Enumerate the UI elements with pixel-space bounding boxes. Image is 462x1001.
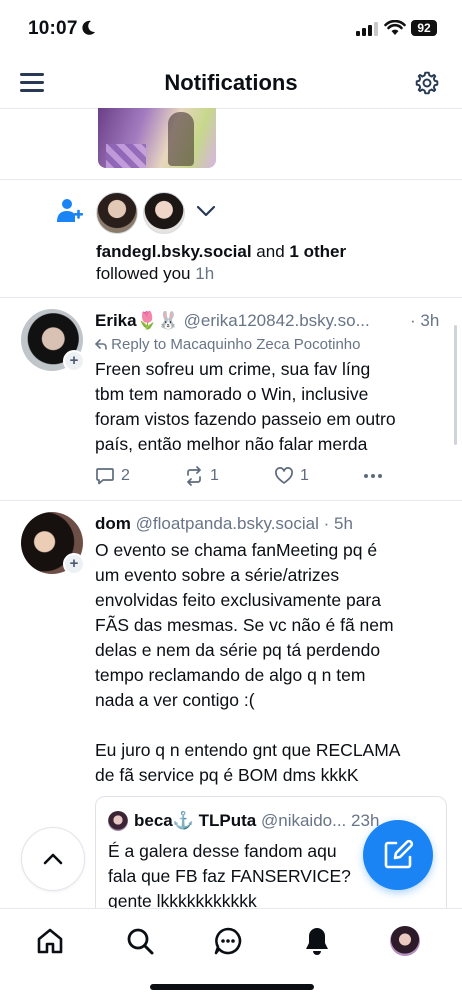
home-icon[interactable] [34,925,66,957]
follower-handle[interactable]: fandegl.bsky.social [96,242,252,261]
chevron-down-icon[interactable] [196,204,216,218]
post-text: O evento se chama fanMeeting pq é um eve… [95,540,401,785]
follow-action-line: followed you 1h [96,264,214,284]
item-divider [0,500,462,501]
media-thumbnail[interactable] [98,108,216,168]
moon-icon [82,20,95,35]
follower-avatar[interactable] [96,192,138,234]
status-bar: 10:07 92 [0,0,462,58]
timestamp: · 3h [410,311,440,330]
follow-plus-badge[interactable]: + [63,350,85,372]
reply-arrow-icon [94,339,107,350]
others-count[interactable]: 1 other [289,242,346,261]
follower-avatar[interactable] [143,192,185,234]
reply-to-text: Reply to Macaquinho Zeca Pocotinho [111,336,361,353]
quote-handle: @nikaido... [260,811,347,830]
scrollbar[interactable] [454,325,457,445]
home-indicator [150,984,314,990]
chat-icon[interactable] [212,925,244,957]
quote-header: beca⚓️ TLPuta @nikaido... 23h [134,811,379,831]
item-divider [0,297,462,298]
more-options-button[interactable] [362,466,384,486]
post-header: dom @floatpanda.bsky.social · 5h [95,514,353,534]
app-header: Notifications [0,58,462,108]
follow-action-text: followed you [96,264,191,283]
item-divider [0,179,462,180]
handle[interactable]: @erika120842.bsky.so... [184,311,370,330]
reply-button[interactable]: 2 [95,466,130,486]
quote-avatar [108,811,128,831]
reply-to-line[interactable]: Reply to Macaquinho Zeca Pocotinho [94,336,361,353]
ellipsis-icon [364,474,382,478]
display-name[interactable]: Erika🌷🐰 [95,311,179,330]
person-plus-icon [57,199,83,222]
speech-bubble-icon [96,468,114,485]
compose-button[interactable] [363,820,433,890]
repost-button[interactable]: 1 [184,466,219,486]
timestamp: · 5h [323,514,353,533]
thumbnail-pixel-pattern [106,144,146,168]
thumbnail-figure [168,112,194,166]
chevron-up-icon [43,853,63,865]
timestamp: 1h [195,264,215,283]
wifi-icon [384,20,406,35]
connector-text: and [251,242,290,261]
display-name[interactable]: dom [95,514,131,533]
battery-indicator: 92 [411,20,437,36]
handle[interactable]: @floatpanda.bsky.social [136,514,319,533]
bell-icon[interactable] [301,925,333,957]
follow-summary: fandegl.bsky.social and 1 other [96,242,346,262]
quote-display-name: beca⚓️ TLPuta [134,811,257,830]
reply-count: 2 [121,467,130,484]
profile-avatar[interactable] [390,926,420,956]
post-header: Erika🌷🐰 @erika120842.bsky.so... [95,311,370,331]
page-title: Notifications [164,70,298,95]
search-icon[interactable] [124,925,156,957]
status-time: 10:07 [28,18,78,39]
gear-icon[interactable] [414,70,440,96]
repost-icon [187,466,201,486]
like-button[interactable]: 1 [274,466,309,486]
like-count: 1 [300,467,309,484]
follow-plus-badge[interactable]: + [63,553,85,575]
pencil-square-icon [384,839,414,869]
scroll-to-top-button[interactable] [21,827,85,891]
heart-icon [275,467,293,484]
repost-count: 1 [210,467,219,484]
signal-icon [356,22,378,36]
post-text: Freen sofreu um crime, sua fav líng tbm … [95,359,396,454]
header-divider [0,108,462,109]
